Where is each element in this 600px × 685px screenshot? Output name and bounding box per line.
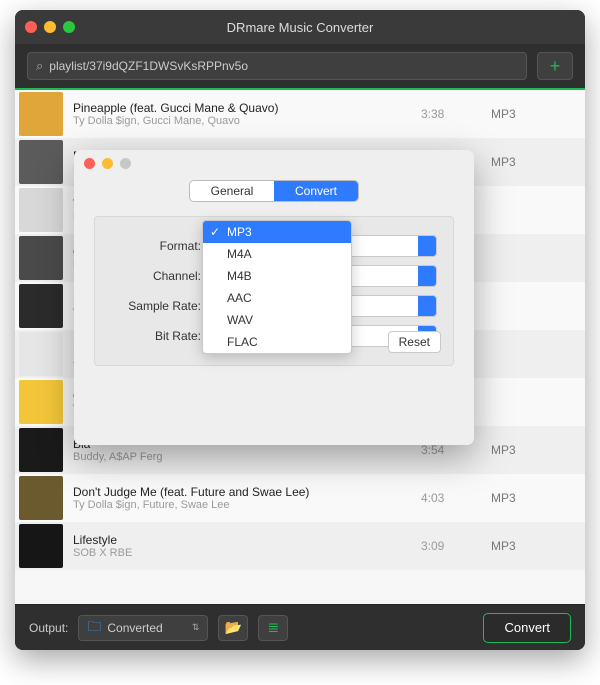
- convert-button[interactable]: Convert: [483, 613, 571, 643]
- chevron-updown-icon: ⇅: [192, 622, 200, 633]
- close-icon[interactable]: [84, 158, 95, 169]
- modal-titlebar: [74, 150, 474, 176]
- track-artist: Ty Dolla $ign, Future, Swae Lee: [73, 499, 421, 511]
- plus-icon: +: [550, 56, 561, 77]
- track-duration: 4:03: [421, 491, 491, 505]
- bitrate-label: Bit Rate:: [111, 329, 201, 343]
- footer: Output: 🗀 Converted ⇅ 📂 ≣ Convert: [15, 604, 585, 650]
- titlebar: DRmare Music Converter: [15, 10, 585, 44]
- album-art: [19, 524, 63, 568]
- format-label: Format:: [111, 239, 201, 253]
- format-dropdown: MP3M4AM4BAACWAVFLAC: [202, 220, 352, 354]
- samplerate-label: Sample Rate:: [111, 299, 201, 313]
- track-row[interactable]: Don't Judge Me (feat. Future and Swae Le…: [15, 474, 585, 522]
- track-meta: Pineapple (feat. Gucci Mane & Quavo)Ty D…: [73, 101, 421, 127]
- album-art: [19, 428, 63, 472]
- format-option[interactable]: MP3: [203, 221, 351, 243]
- search-icon: ⌕: [36, 58, 43, 74]
- list-icon: ≣: [267, 619, 279, 636]
- album-art: [19, 284, 63, 328]
- tab-convert[interactable]: Convert: [274, 181, 358, 201]
- output-folder-select[interactable]: 🗀 Converted ⇅: [78, 615, 208, 641]
- folder-icon: 🗀: [87, 616, 101, 640]
- format-option[interactable]: AAC: [203, 287, 351, 309]
- album-art: [19, 380, 63, 424]
- track-row[interactable]: Pineapple (feat. Gucci Mane & Quavo)Ty D…: [15, 90, 585, 138]
- track-title: Don't Judge Me (feat. Future and Swae Le…: [73, 485, 421, 499]
- album-art: [19, 476, 63, 520]
- main-window: DRmare Music Converter ⌕ + Pineapple (fe…: [15, 10, 585, 650]
- format-option[interactable]: WAV: [203, 309, 351, 331]
- preferences-modal: General Convert Format: Channel: Sample …: [74, 150, 474, 445]
- track-format: MP3: [491, 107, 561, 121]
- track-format: MP3: [491, 539, 561, 553]
- app-title: DRmare Music Converter: [15, 20, 585, 35]
- track-duration: 3:38: [421, 107, 491, 121]
- output-label: Output:: [29, 621, 68, 635]
- format-option[interactable]: M4A: [203, 243, 351, 265]
- add-button[interactable]: +: [537, 52, 573, 80]
- track-format: MP3: [491, 443, 561, 457]
- track-title: Pineapple (feat. Gucci Mane & Quavo): [73, 101, 421, 115]
- track-row[interactable]: LifestyleSOB X RBE3:09MP3: [15, 522, 585, 570]
- track-artist: Buddy, A$AP Ferg: [73, 451, 421, 463]
- album-art: [19, 332, 63, 376]
- track-duration: 3:54: [421, 443, 491, 457]
- channel-label: Channel:: [111, 269, 201, 283]
- track-meta: Don't Judge Me (feat. Future and Swae Le…: [73, 485, 421, 511]
- album-art: [19, 140, 63, 184]
- album-art: [19, 188, 63, 232]
- maximize-icon: [120, 158, 131, 169]
- search-input[interactable]: [49, 59, 518, 73]
- album-art: [19, 236, 63, 280]
- track-duration: 3:09: [421, 539, 491, 553]
- reset-button[interactable]: Reset: [388, 331, 441, 353]
- track-artist: Ty Dolla $ign, Gucci Mane, Quavo: [73, 115, 421, 127]
- format-option[interactable]: M4B: [203, 265, 351, 287]
- track-format: MP3: [491, 155, 561, 169]
- format-option[interactable]: FLAC: [203, 331, 351, 353]
- minimize-icon[interactable]: [102, 158, 113, 169]
- album-art: [19, 92, 63, 136]
- open-folder-button[interactable]: 📂: [218, 615, 248, 641]
- output-folder-name: Converted: [107, 621, 162, 635]
- track-artist: SOB X RBE: [73, 547, 421, 559]
- tab-general[interactable]: General: [190, 181, 274, 201]
- tab-switcher: General Convert: [189, 180, 359, 202]
- open-folder-icon: 📂: [225, 619, 242, 636]
- search-field-wrap: ⌕: [27, 52, 527, 80]
- search-bar: ⌕ +: [15, 44, 585, 90]
- track-meta: LifestyleSOB X RBE: [73, 533, 421, 559]
- list-view-button[interactable]: ≣: [258, 615, 288, 641]
- track-format: MP3: [491, 491, 561, 505]
- track-title: Lifestyle: [73, 533, 421, 547]
